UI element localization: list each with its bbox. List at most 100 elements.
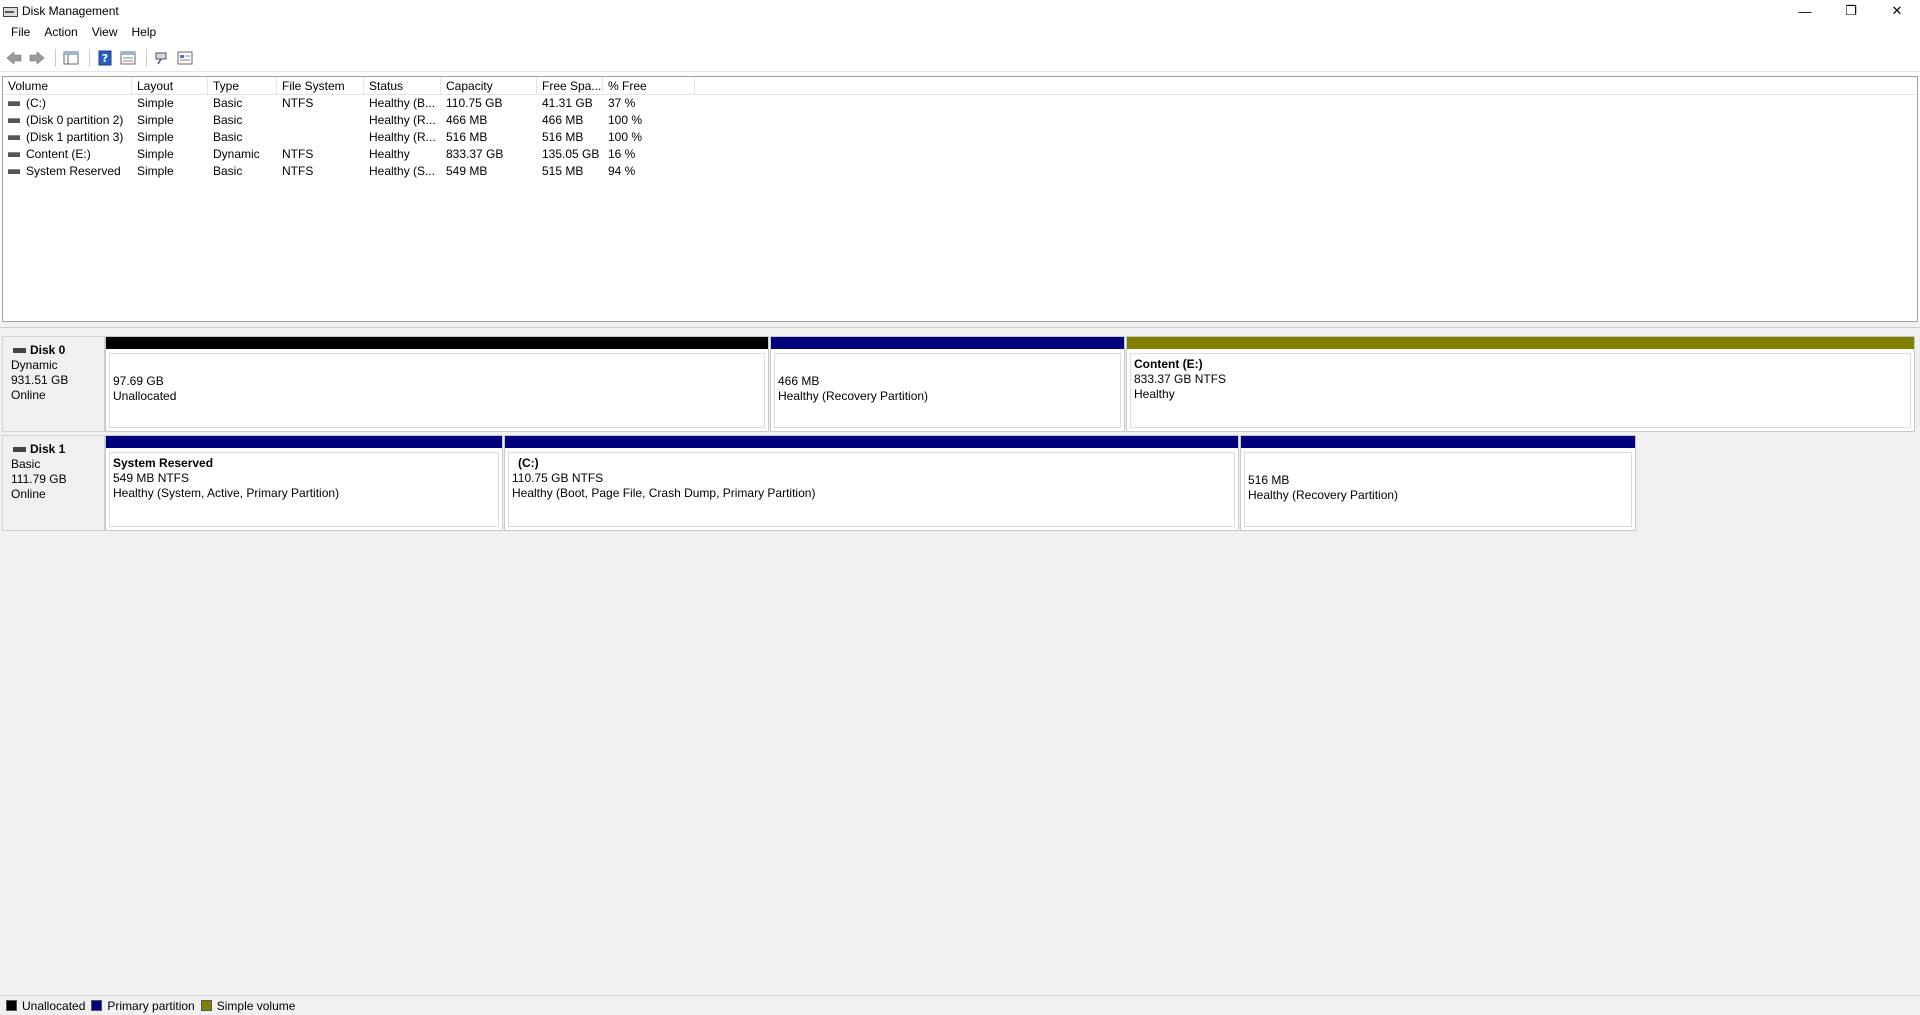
percent-free-cell: 100 % [608, 113, 643, 127]
settings-icon[interactable] [175, 48, 195, 68]
volume-icon [8, 118, 20, 123]
console-tree-icon[interactable] [61, 48, 81, 68]
free-space-cell: 515 MB [542, 164, 584, 178]
table-row[interactable]: Content (E:) Simple Dynamic NTFS Healthy… [3, 146, 1917, 163]
close-button[interactable]: ✕ [1874, 0, 1920, 22]
volume-icon [8, 152, 20, 157]
partition-c-drive[interactable]: (C:) 110.75 GB NTFS Healthy (Boot, Page … [504, 435, 1239, 531]
partition-strip: 97.69 GB Unallocated 466 MB Healthy (Rec… [105, 336, 1916, 432]
toolbar: ? [0, 44, 1920, 72]
back-icon[interactable] [4, 48, 24, 68]
partition-recovery[interactable]: 466 MB Healthy (Recovery Partition) [770, 336, 1125, 432]
partition-status: Healthy (Recovery Partition) [778, 389, 929, 403]
forward-icon[interactable] [27, 48, 47, 68]
disk-icon [13, 447, 26, 452]
properties-icon[interactable] [118, 48, 138, 68]
disk-name: Disk 1 [11, 442, 104, 457]
partition-recovery[interactable]: 516 MB Healthy (Recovery Partition) [1240, 435, 1636, 531]
legend-label: Unallocated [22, 998, 86, 1013]
partition-unallocated[interactable]: 97.69 GB Unallocated [105, 336, 769, 432]
disk-size: 111.79 GB [11, 472, 67, 486]
volume-cell: (Disk 0 partition 2) [3, 112, 132, 129]
column-header-volume[interactable]: Volume [3, 77, 132, 94]
free-space-cell: 135.05 GB [542, 147, 600, 161]
table-row[interactable]: (C:) Simple Basic NTFS Healthy (B... 110… [3, 95, 1917, 112]
status-cell: Healthy (S... [369, 164, 436, 178]
partition-status: Healthy [1134, 387, 1175, 401]
partition-size: 549 MB NTFS [113, 471, 190, 485]
help-icon[interactable]: ? [95, 48, 115, 68]
svg-text:?: ? [102, 52, 108, 65]
file-system-cell [277, 112, 364, 129]
file-system-cell: NTFS [282, 164, 314, 178]
volume-name: Content (E:) [26, 147, 91, 161]
legend-swatch [91, 1000, 103, 1011]
partition-size: 516 MB [1248, 473, 1290, 487]
disk-info[interactable]: Disk 0 Dynamic 931.51 GB Online [2, 336, 105, 432]
layout-cell: Simple [137, 164, 174, 178]
volume-name: (Disk 1 partition 3) [26, 130, 124, 144]
menu-action[interactable]: Action [37, 22, 84, 42]
volume-list-header: Volume Layout Type File System Status Ca… [3, 77, 1917, 95]
type-cell: Dynamic [213, 147, 260, 161]
partition-title: System Reserved [113, 456, 214, 470]
layout-cell: Simple [137, 147, 174, 161]
partition-status: Healthy (Boot, Page File, Crash Dump, Pr… [512, 486, 816, 500]
partition-status: Healthy (Recovery Partition) [1248, 488, 1399, 502]
partition-system-reserved[interactable]: System Reserved 549 MB NTFS Healthy (Sys… [105, 435, 503, 531]
table-row[interactable]: System Reserved Simple Basic NTFS Health… [3, 163, 1917, 180]
column-header-status[interactable]: Status [364, 77, 441, 94]
free-space-cell: 41.31 GB [542, 96, 593, 110]
restore-button[interactable]: ❐ [1828, 0, 1874, 22]
capacity-cell: 833.37 GB [446, 147, 504, 161]
partition-color-bar [505, 436, 1238, 450]
file-system-cell: NTFS [282, 96, 314, 110]
toolbar-separator [89, 48, 90, 67]
capacity-cell: 516 MB [446, 130, 488, 144]
column-header-free-space[interactable]: Free Spa... [537, 77, 603, 94]
volume-name: System Reserved [26, 164, 121, 178]
volume-cell: (C:) [3, 95, 132, 112]
window-controls: — ❐ ✕ [1782, 0, 1920, 22]
column-header-percent-free[interactable]: % Free [603, 77, 695, 94]
partition-size: 97.69 GB [113, 374, 164, 388]
menu-view[interactable]: View [85, 22, 125, 42]
disk-icon [13, 348, 26, 353]
disk-status: Online [11, 487, 46, 501]
file-system-cell: NTFS [282, 147, 314, 161]
partition-size: 833.37 GB NTFS [1134, 372, 1227, 386]
column-header-layout[interactable]: Layout [132, 77, 208, 94]
disk-info[interactable]: Disk 1 Basic 111.79 GB Online [2, 435, 105, 531]
menu-file[interactable]: File [4, 22, 37, 42]
table-row[interactable]: (Disk 1 partition 3) Simple Basic Health… [3, 129, 1917, 146]
free-space-cell: 466 MB [542, 113, 584, 127]
minimize-button[interactable]: — [1782, 0, 1828, 22]
percent-free-cell: 94 % [608, 164, 636, 178]
volume-icon [8, 101, 20, 106]
partition-content-e[interactable]: Content (E:) 833.37 GB NTFS Healthy [1126, 336, 1915, 432]
partition-color-bar [106, 436, 502, 450]
connect-icon[interactable] [152, 48, 172, 68]
layout-cell: Simple [137, 113, 174, 127]
status-cell: Healthy (R... [369, 130, 436, 144]
title-bar: Disk Management — ❐ ✕ [0, 0, 1920, 22]
volume-list[interactable]: Volume Layout Type File System Status Ca… [2, 76, 1918, 322]
disk-name-label: Disk 1 [30, 442, 66, 456]
legend-swatch [200, 1000, 212, 1011]
table-row[interactable]: (Disk 0 partition 2) Simple Basic Health… [3, 112, 1917, 129]
type-cell: Basic [213, 164, 243, 178]
volume-icon [8, 135, 20, 140]
volume-cell: System Reserved [3, 163, 132, 180]
status-cell: Healthy [369, 147, 410, 161]
layout-cell: Simple [137, 96, 174, 110]
menu-help[interactable]: Help [125, 22, 164, 42]
layout-cell: Simple [137, 130, 174, 144]
column-header-capacity[interactable]: Capacity [441, 77, 537, 94]
disk-type: Basic [11, 457, 41, 471]
column-header-file-system[interactable]: File System [277, 77, 364, 94]
percent-free-cell: 100 % [608, 130, 643, 144]
menu-bar: File Action View Help [0, 22, 1920, 42]
column-header-type[interactable]: Type [208, 77, 277, 94]
partition-details: System Reserved 549 MB NTFS Healthy (Sys… [109, 452, 499, 527]
capacity-cell: 466 MB [446, 113, 488, 127]
